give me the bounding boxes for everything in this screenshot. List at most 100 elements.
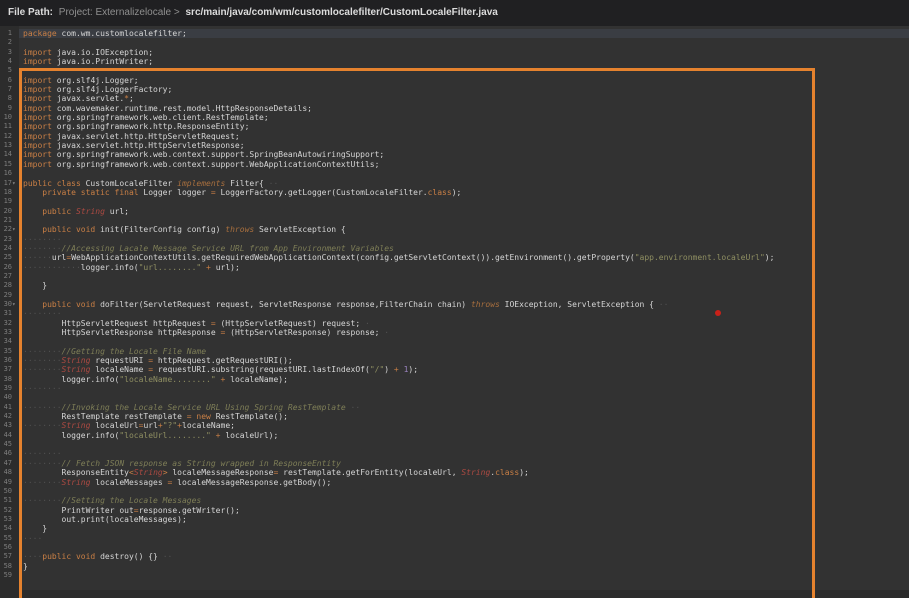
- code-line[interactable]: private static final Logger logger = Log…: [23, 188, 909, 197]
- line-number: 42: [0, 412, 19, 421]
- code-token-kw: import: [23, 122, 52, 131]
- line-number: 16: [0, 169, 19, 178]
- code-line[interactable]: [23, 216, 909, 225]
- code-token-pl: [23, 225, 42, 234]
- code-line[interactable]: ········String localeName = requestURI.s…: [23, 365, 909, 374]
- line-number: 49: [0, 478, 19, 487]
- code-line[interactable]: logger.info("localeName........" + local…: [23, 375, 909, 384]
- code-line[interactable]: ········: [23, 384, 909, 393]
- code-line[interactable]: ········: [23, 449, 909, 458]
- code-content[interactable]: package com.wm.customlocalefilter; import…: [23, 29, 909, 580]
- code-line[interactable]: import org.springframework.http.Response…: [23, 122, 909, 131]
- line-number: 22▾: [0, 225, 19, 234]
- line-number: 7: [0, 85, 19, 94]
- code-line[interactable]: HttpServletRequest httpRequest = (HttpSe…: [23, 319, 909, 328]
- code-line[interactable]: [23, 337, 909, 346]
- code-token-pl: LoggerFactory.getLogger(CustomLocaleFilt…: [216, 188, 428, 197]
- code-token-kw: public void: [42, 300, 95, 309]
- code-line[interactable]: package com.wm.customlocalefilter;: [23, 29, 909, 38]
- fold-arrow-icon[interactable]: ▾: [12, 300, 19, 309]
- line-number: 50: [0, 487, 19, 496]
- code-line[interactable]: import javax.servlet.*;: [23, 94, 909, 103]
- code-token-ws: ········: [23, 365, 62, 374]
- code-line[interactable]: [23, 487, 909, 496]
- code-line[interactable]: [23, 440, 909, 449]
- code-token-pl: java.io.PrintWriter;: [52, 57, 153, 66]
- code-line[interactable]: [23, 543, 909, 552]
- code-token-ws: ········: [23, 244, 62, 253]
- code-line[interactable]: import java.io.IOException;: [23, 48, 909, 57]
- code-line[interactable]: out.print(localeMessages);: [23, 515, 909, 524]
- code-token-com: //Accessing Lacale Message Service URL f…: [62, 244, 394, 253]
- fold-arrow-icon[interactable]: ▾: [12, 225, 19, 234]
- code-line[interactable]: ········//Invoking the Locale Service UR…: [23, 403, 909, 412]
- code-line[interactable]: ····public void destroy() {} ··: [23, 552, 909, 561]
- code-line[interactable]: [23, 169, 909, 178]
- code-line[interactable]: ········: [23, 309, 909, 318]
- code-token-pl: localeUrl: [90, 421, 138, 430]
- code-line[interactable]: import javax.servlet.http.HttpServletReq…: [23, 132, 909, 141]
- code-line[interactable]: RestTemplate restTemplate = new RestTemp…: [23, 412, 909, 421]
- code-line[interactable]: ········: [23, 235, 909, 244]
- code-line[interactable]: [23, 291, 909, 300]
- code-token-pl: com.wm.customlocalefilter;: [57, 29, 187, 38]
- code-line[interactable]: [23, 197, 909, 206]
- code-line[interactable]: }: [23, 562, 909, 571]
- code-token-pl: response.getWriter();: [139, 506, 240, 515]
- code-editor[interactable]: 1234567891011121314151617▾1819202122▾232…: [0, 26, 909, 598]
- code-token-pl: );: [452, 188, 462, 197]
- code-line[interactable]: import javax.servlet.http.HttpServletRes…: [23, 141, 909, 150]
- code-line[interactable]: ····: [23, 534, 909, 543]
- code-line[interactable]: [23, 66, 909, 75]
- code-line[interactable]: [23, 38, 909, 47]
- code-token-kw: import: [23, 132, 52, 141]
- code-line[interactable]: ········//Setting the Locale Messages: [23, 496, 909, 505]
- code-line[interactable]: import org.slf4j.Logger;: [23, 76, 909, 85]
- code-token-pl: org.slf4j.Logger;: [52, 76, 139, 85]
- code-line[interactable]: }: [23, 281, 909, 290]
- line-number: 9: [0, 104, 19, 113]
- code-line[interactable]: ········String localeUrl=url+"?"+localeN…: [23, 421, 909, 430]
- code-line[interactable]: public String url;: [23, 207, 909, 216]
- code-line[interactable]: [23, 571, 909, 580]
- code-line[interactable]: ResponseEntity<String> localeMessageResp…: [23, 468, 909, 477]
- code-line[interactable]: [23, 272, 909, 281]
- code-token-ws: ········: [23, 356, 62, 365]
- code-line[interactable]: ········String requestURI = httpRequest.…: [23, 356, 909, 365]
- code-line[interactable]: import org.springframework.web.context.s…: [23, 150, 909, 159]
- code-token-pl: org.springframework.web.context.support.…: [52, 160, 380, 169]
- code-token-kw: package: [23, 29, 57, 38]
- code-line[interactable]: import com.wavemaker.runtime.rest.model.…: [23, 104, 909, 113]
- code-line[interactable]: ············logger.info("url........" + …: [23, 263, 909, 272]
- code-line[interactable]: ········//Accessing Lacale Message Servi…: [23, 244, 909, 253]
- code-token-kw: new: [196, 412, 210, 421]
- code-token-com: //Invoking the Locale Service URL Using …: [62, 403, 346, 412]
- code-line[interactable]: public class CustomLocaleFilter implemen…: [23, 179, 909, 188]
- fold-arrow-icon[interactable]: ▾: [12, 179, 19, 188]
- code-line[interactable]: public void init(FilterConfig config) th…: [23, 225, 909, 234]
- code-line[interactable]: }: [23, 524, 909, 533]
- line-number: 13: [0, 141, 19, 150]
- code-token-ws: ··: [264, 179, 278, 188]
- code-line[interactable]: logger.info("localeUrl........" + locale…: [23, 431, 909, 440]
- code-line[interactable]: public void doFilter(ServletRequest requ…: [23, 300, 909, 309]
- code-token-kw: class: [428, 188, 452, 197]
- code-line[interactable]: import org.slf4j.LoggerFactory;: [23, 85, 909, 94]
- code-token-pl: Logger logger: [139, 188, 211, 197]
- code-token-pl: localeUrl);: [221, 431, 279, 440]
- line-number: 6: [0, 76, 19, 85]
- file-path-label: File Path:: [8, 7, 53, 18]
- code-line[interactable]: ········// Fetch JSON response as String…: [23, 459, 909, 468]
- code-token-kw: private static final: [42, 188, 138, 197]
- code-line[interactable]: ······url=WebApplicationContextUtils.get…: [23, 253, 909, 262]
- code-line[interactable]: PrintWriter out=response.getWriter();: [23, 506, 909, 515]
- code-line[interactable]: ········//Getting the Locale File Name: [23, 347, 909, 356]
- code-line[interactable]: HttpServletResponse httpResponse = (Http…: [23, 328, 909, 337]
- code-line[interactable]: ········String localeMessages = localeMe…: [23, 478, 909, 487]
- code-line[interactable]: [23, 393, 909, 402]
- code-line[interactable]: import org.springframework.web.client.Re…: [23, 113, 909, 122]
- line-number: 52: [0, 506, 19, 515]
- code-line[interactable]: import org.springframework.web.context.s…: [23, 160, 909, 169]
- code-line[interactable]: import java.io.PrintWriter;: [23, 57, 909, 66]
- line-number: 26: [0, 263, 19, 272]
